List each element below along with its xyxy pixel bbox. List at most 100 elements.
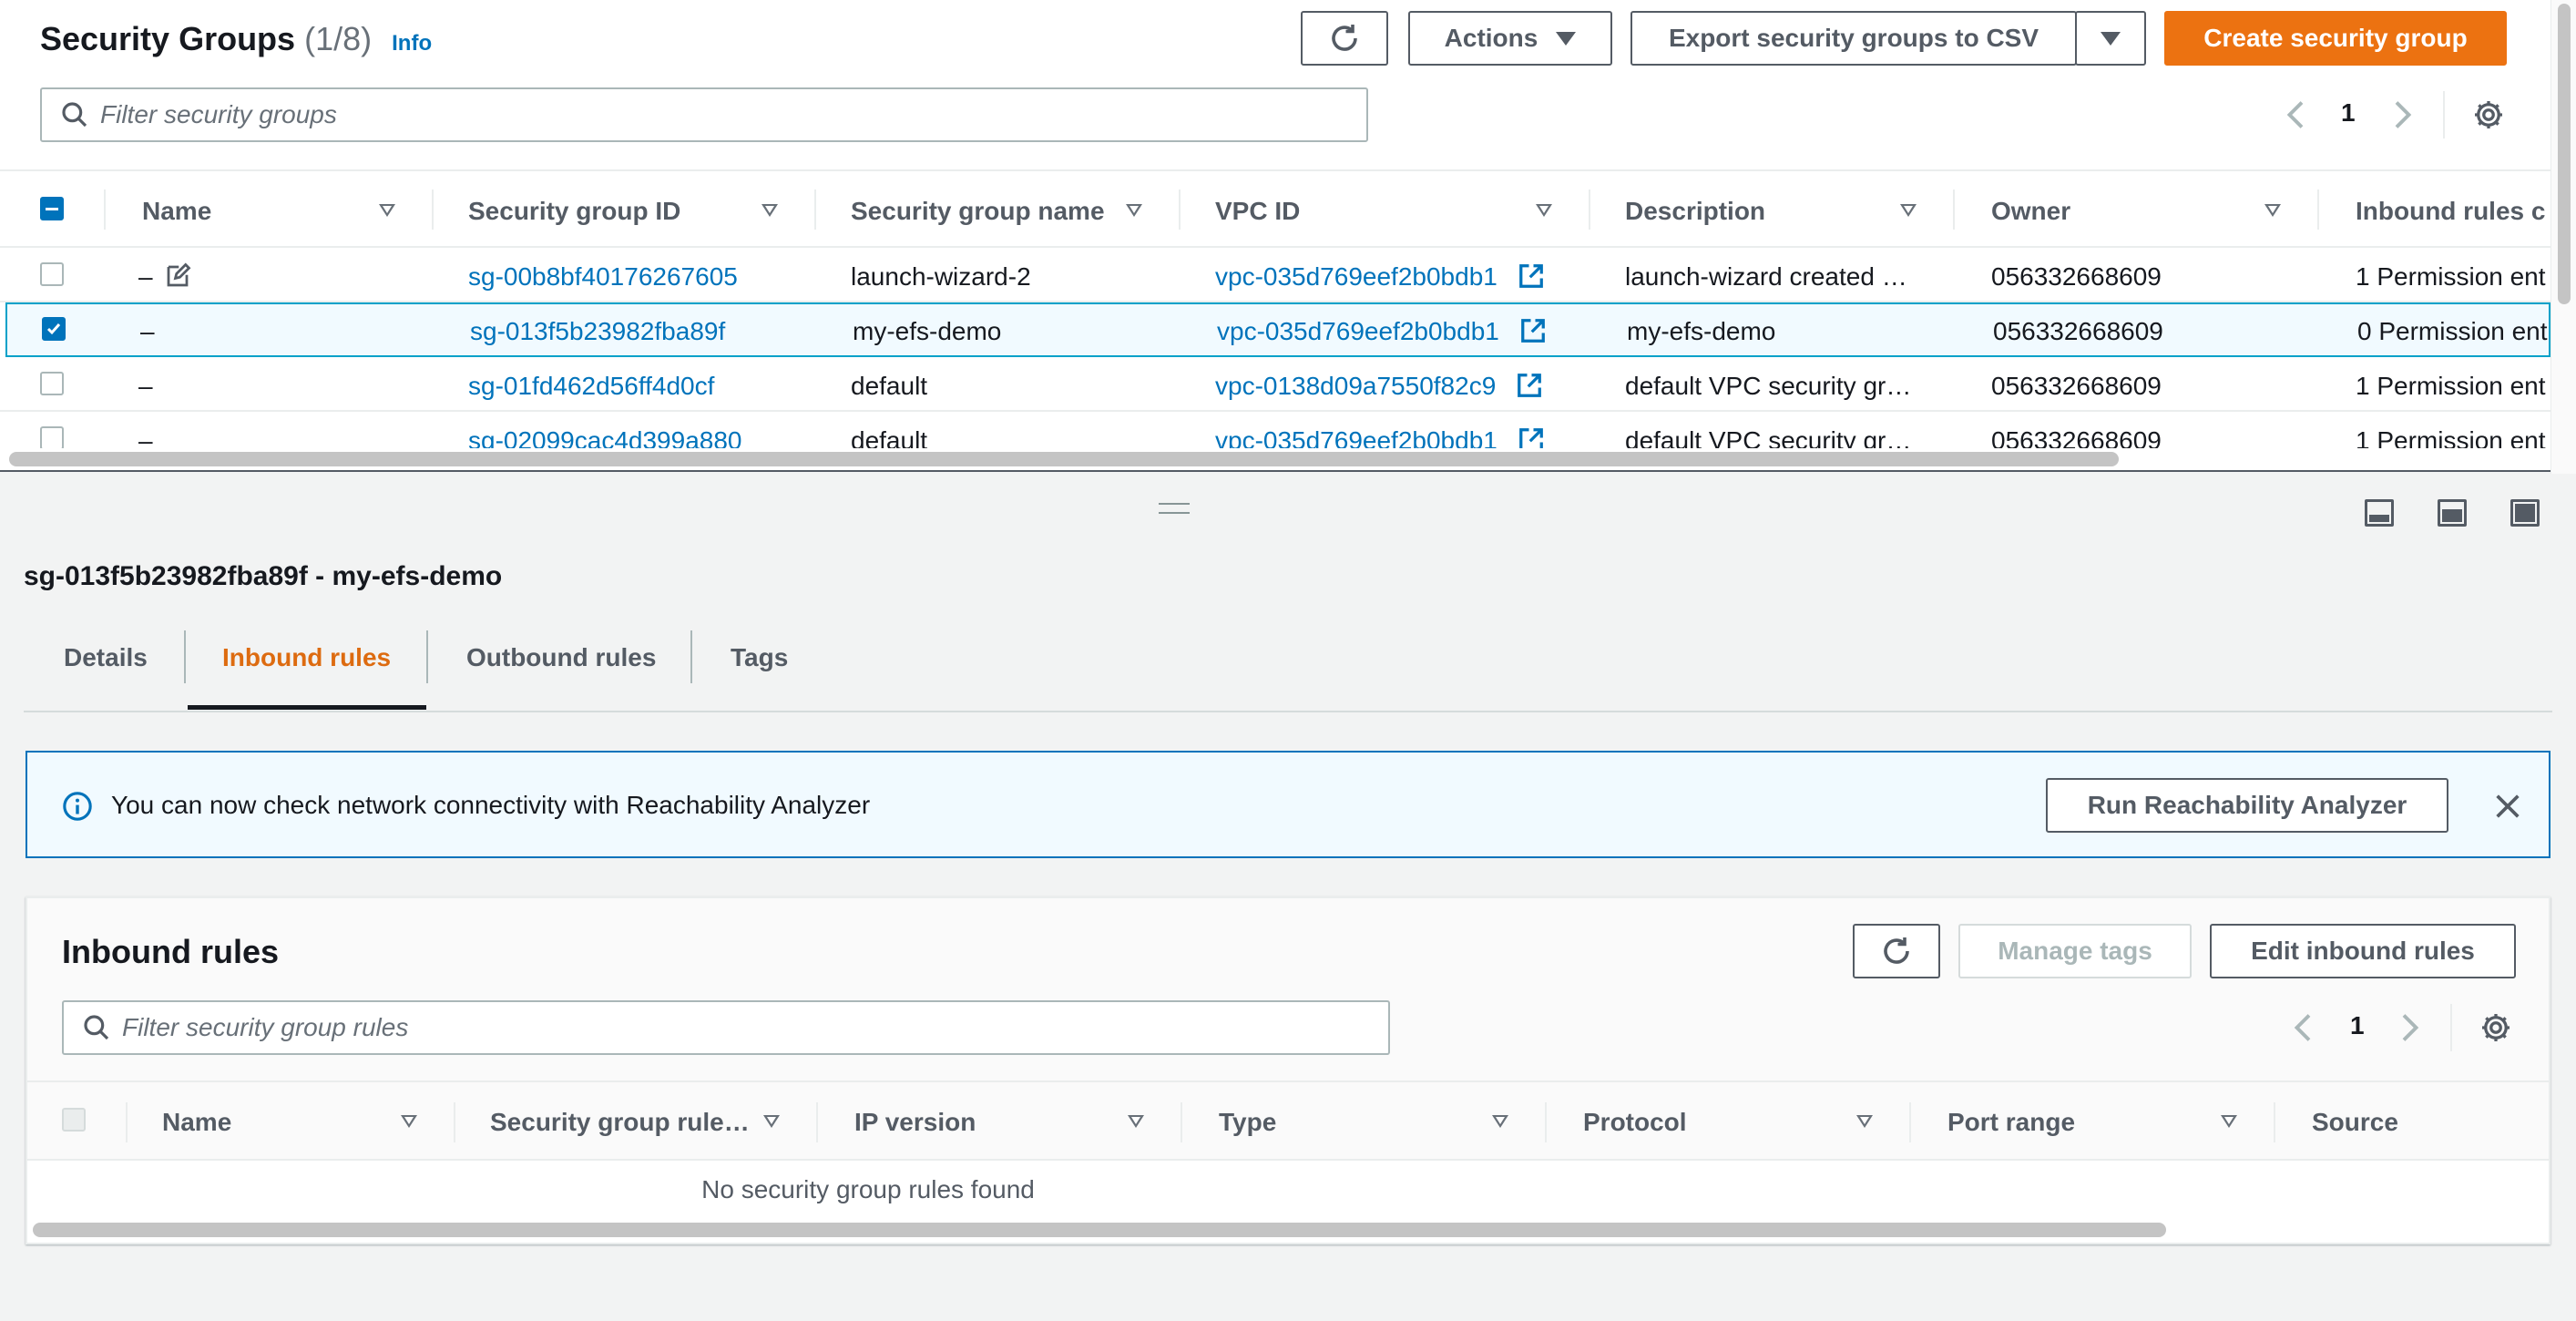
- select-all-rules-checkbox[interactable]: [62, 1108, 86, 1132]
- row-vpc-id[interactable]: vpc-035d769eef2b0bdb1: [1217, 317, 1499, 346]
- sort-icon[interactable]: [379, 204, 395, 217]
- sort-icon[interactable]: [762, 204, 778, 217]
- column-header-rule-name[interactable]: Name: [162, 1108, 231, 1137]
- filter-security-groups-input[interactable]: Filter security groups: [40, 87, 1368, 142]
- inbound-refresh-button[interactable]: [1853, 924, 1940, 978]
- row-name: –: [138, 426, 153, 448]
- indeterminate-mark: [46, 208, 58, 210]
- external-link-icon[interactable]: [1518, 426, 1545, 448]
- page-title: Security Groups (1/8) Info: [40, 20, 432, 58]
- panel-layout-bottom-icon[interactable]: [2365, 499, 2394, 527]
- column-header-inbound-rules[interactable]: Inbound rules c: [2356, 197, 2545, 226]
- security-groups-panel: Security Groups (1/8) Info Actions Expor…: [0, 0, 2550, 472]
- export-csv-button[interactable]: Export security groups to CSV: [1630, 11, 2077, 66]
- row-inbound-rules: 1 Permission ent: [2356, 426, 2546, 448]
- tab-details[interactable]: Details: [64, 643, 148, 672]
- sort-icon[interactable]: [1536, 204, 1552, 217]
- chevron-right-icon[interactable]: [2396, 1011, 2423, 1044]
- sort-icon[interactable]: [1126, 204, 1142, 217]
- tab-tags[interactable]: Tags: [731, 643, 788, 672]
- row-inbound-rules: 1 Permission ent: [2356, 372, 2546, 400]
- edit-inbound-rules-button[interactable]: Edit inbound rules: [2210, 924, 2516, 978]
- tab-outbound-rules[interactable]: Outbound rules: [466, 643, 656, 672]
- sort-icon[interactable]: [401, 1115, 417, 1128]
- column-header-ip-version[interactable]: IP version: [854, 1108, 976, 1137]
- row-security-group-id[interactable]: sg-02099cac4d399a880: [468, 426, 741, 448]
- panel-layout-full-icon[interactable]: [2510, 499, 2540, 527]
- tabs-underline: [24, 711, 2552, 712]
- chevron-right-icon[interactable]: [2388, 98, 2416, 131]
- sort-icon[interactable]: [2221, 1115, 2237, 1128]
- table-row-selected[interactable]: – sg-013f5b23982fba89f my-efs-demo vpc-0…: [5, 302, 2550, 357]
- row-vpc-id[interactable]: vpc-0138d09a7550f82c9: [1215, 372, 1496, 401]
- refresh-button[interactable]: [1301, 11, 1388, 66]
- row-security-group-name: launch-wizard-2: [851, 262, 1031, 291]
- run-reachability-analyzer-button[interactable]: Run Reachability Analyzer: [2046, 778, 2448, 833]
- export-csv-label: Export security groups to CSV: [1668, 24, 2039, 52]
- table-row-partial[interactable]: – sg-02099cac4d399a880 default vpc-035d7…: [0, 412, 2550, 448]
- refresh-icon: [1332, 25, 1357, 51]
- rules-horizontal-scrollbar[interactable]: [33, 1223, 2166, 1237]
- column-header-security-group-rule[interactable]: Security group rule…: [490, 1108, 750, 1137]
- row-security-group-id[interactable]: sg-01fd462d56ff4d0cf: [468, 372, 714, 401]
- export-csv-dropdown[interactable]: [2075, 11, 2146, 66]
- column-divider: [1953, 189, 1955, 230]
- row-checkbox[interactable]: [40, 426, 64, 448]
- table-row[interactable]: – sg-00b8bf40176267605 launch-wizard-2 v…: [0, 248, 2550, 302]
- column-header-name[interactable]: Name: [142, 197, 211, 226]
- chevron-left-icon[interactable]: [2290, 1011, 2317, 1044]
- row-vpc-id[interactable]: vpc-035d769eef2b0bdb1: [1215, 262, 1498, 292]
- gear-icon[interactable]: [2472, 98, 2505, 131]
- sort-icon[interactable]: [1856, 1115, 1873, 1128]
- column-header-security-group-name[interactable]: Security group name: [851, 197, 1105, 226]
- empty-state-text: No security group rules found: [701, 1175, 1035, 1203]
- select-all-checkbox[interactable]: [40, 197, 64, 220]
- actions-button[interactable]: Actions: [1408, 11, 1612, 66]
- page-title-text: Security Groups: [40, 20, 296, 57]
- column-header-description[interactable]: Description: [1625, 197, 1765, 226]
- row-checkbox[interactable]: [40, 262, 64, 286]
- column-header-source[interactable]: Source: [2312, 1108, 2398, 1137]
- tab-inbound-rules[interactable]: Inbound rules: [222, 643, 391, 672]
- row-security-group-id[interactable]: sg-013f5b23982fba89f: [470, 317, 725, 346]
- row-checkbox[interactable]: [40, 372, 64, 395]
- edit-icon[interactable]: [164, 262, 191, 290]
- row-security-group-id[interactable]: sg-00b8bf40176267605: [468, 262, 738, 292]
- external-link-icon[interactable]: [1518, 262, 1545, 290]
- sort-icon[interactable]: [763, 1115, 780, 1128]
- horizontal-scrollbar[interactable]: [9, 452, 2119, 466]
- external-link-icon[interactable]: [1519, 317, 1547, 344]
- chevron-left-icon[interactable]: [2283, 98, 2310, 131]
- column-header-owner[interactable]: Owner: [1991, 197, 2070, 226]
- sort-icon[interactable]: [2264, 204, 2281, 217]
- sort-icon[interactable]: [1128, 1115, 1144, 1128]
- gear-icon[interactable]: [2479, 1011, 2512, 1044]
- row-checkbox[interactable]: [42, 317, 66, 341]
- close-icon[interactable]: [2492, 791, 2523, 822]
- page-number[interactable]: 1: [2350, 1011, 2365, 1040]
- info-link[interactable]: Info: [392, 31, 432, 56]
- column-header-vpc-id[interactable]: VPC ID: [1215, 197, 1300, 226]
- refresh-icon: [1884, 937, 1909, 964]
- manage-tags-button[interactable]: Manage tags: [1958, 924, 2192, 978]
- sort-icon[interactable]: [1900, 204, 1917, 217]
- external-link-icon[interactable]: [1516, 372, 1543, 399]
- vertical-scrollbar[interactable]: [2558, 4, 2571, 304]
- filter-security-group-rules-input[interactable]: Filter security group rules: [62, 1000, 1390, 1055]
- column-header-protocol[interactable]: Protocol: [1583, 1108, 1687, 1137]
- row-security-group-name: default: [851, 372, 928, 400]
- column-header-port-range[interactable]: Port range: [1947, 1108, 2075, 1137]
- column-header-security-group-id[interactable]: Security group ID: [468, 197, 680, 226]
- column-divider: [1589, 189, 1590, 230]
- column-header-type[interactable]: Type: [1219, 1108, 1276, 1137]
- create-security-group-button[interactable]: Create security group: [2164, 11, 2507, 66]
- panel-layout-fill: [2515, 504, 2535, 522]
- split-drag-handle[interactable]: [1159, 503, 1190, 514]
- row-vpc-id[interactable]: vpc-035d769eef2b0bdb1: [1215, 426, 1498, 448]
- sort-icon[interactable]: [1492, 1115, 1508, 1128]
- info-banner: You can now check network connectivity w…: [26, 751, 2550, 858]
- page-number[interactable]: 1: [2341, 98, 2356, 128]
- create-security-group-label: Create security group: [2203, 24, 2468, 52]
- panel-layout-half-icon[interactable]: [2438, 499, 2467, 527]
- table-row[interactable]: – sg-01fd462d56ff4d0cf default vpc-0138d…: [0, 357, 2550, 412]
